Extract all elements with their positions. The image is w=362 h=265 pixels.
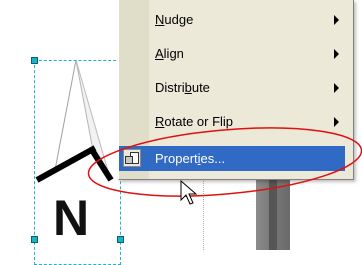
mouse-cursor-icon xyxy=(180,180,198,205)
